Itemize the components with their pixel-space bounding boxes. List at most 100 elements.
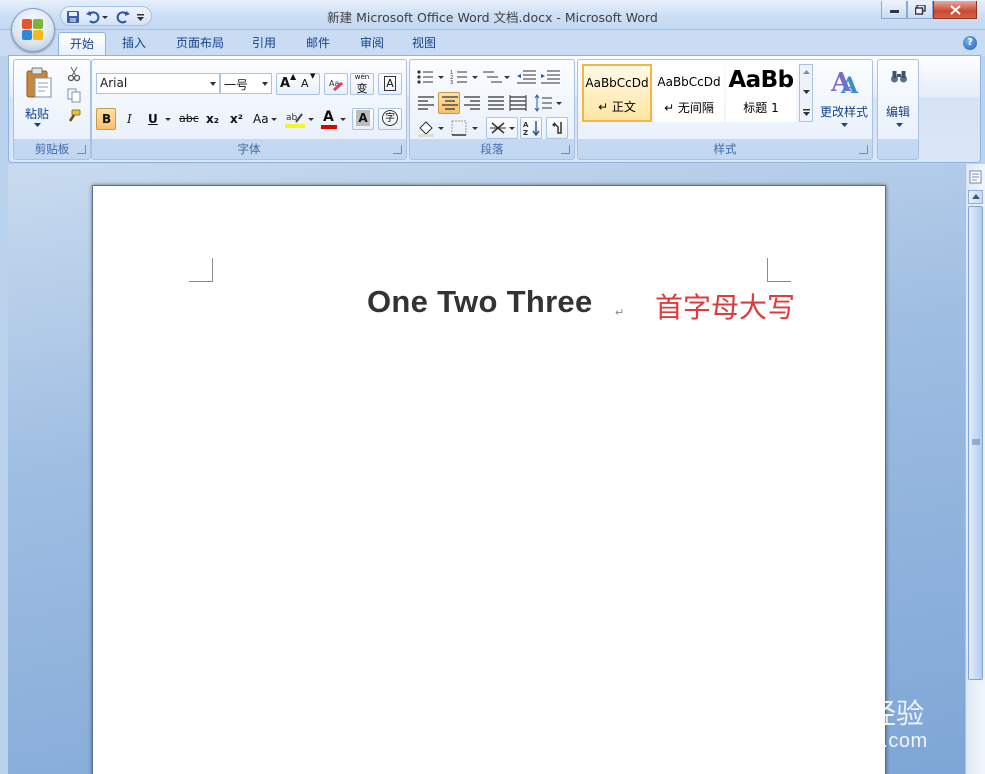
multilevel-list-icon[interactable] [482,68,512,86]
style-tile-heading-1[interactable]: AaBb 标题 1 [726,64,796,122]
font-color-icon: A [323,109,334,125]
superscript-icon: x² [230,112,243,126]
tab-references[interactable]: 引用 [242,32,286,56]
highlight-button[interactable]: ab [282,108,316,130]
minimize-button[interactable] [881,1,907,19]
ribbon: 粘贴 剪贴板 Arial 一号 A ▲ A ▼ Aa wén 变 A B I U… [8,55,981,163]
bullets-icon[interactable] [416,68,446,86]
close-button[interactable] [933,1,977,19]
font-size-value: 一号 [224,78,249,92]
justify-icon[interactable] [486,94,506,112]
editing-label: 编辑 [885,105,910,119]
font-name-select[interactable]: Arial [96,73,220,94]
gallery-more-icon[interactable] [803,109,810,117]
style-tile-no-spacing[interactable]: AaBbCcDd ↵ 无间隔 [654,64,724,122]
chevron-down-icon [841,123,848,127]
numbering-icon[interactable]: 123 [450,68,480,86]
annotation-text: 首字母大写 [655,291,796,324]
font-launcher-icon[interactable] [393,145,402,154]
increase-indent-icon[interactable] [540,68,562,86]
tab-page-layout[interactable]: 页面布局 [166,32,234,56]
bold-button[interactable]: B [96,108,116,130]
strikethrough-button[interactable]: abc [176,108,202,130]
restore-icon [915,5,926,15]
character-shading-icon: A [356,110,370,126]
change-styles-button[interactable]: AA 更改样式 [818,62,870,134]
watermark-logo: Bai du [756,688,861,729]
watermark-jingyan: 经验 [868,697,925,730]
chevron-up-icon[interactable] [803,70,810,75]
underline-button[interactable]: U [142,108,172,130]
chevron-down-icon[interactable] [803,90,810,95]
scroll-up-button[interactable] [968,190,983,204]
style-tile-normal[interactable]: AaBbCcDd ↵ 正文 [582,64,652,122]
svg-text:A: A [523,121,529,129]
chinese-layout-button[interactable] [486,117,518,139]
styles-group: AaBbCcDd ↵ 正文 AaBbCcDd ↵ 无间隔 AaBb 标题 1 A… [577,59,873,160]
clear-format-icon: Aa [329,79,343,92]
grow-shrink-font-group: A ▲ A ▼ [276,72,320,95]
tab-review[interactable]: 审阅 [350,32,394,56]
character-border-button[interactable]: A [378,73,402,95]
paste-button[interactable]: 粘贴 [18,62,56,134]
help-icon[interactable]: ? [963,36,977,50]
clear-format-button[interactable]: Aa [324,73,348,95]
style-name: ↵ 无间隔 [664,101,714,115]
document-area[interactable]: One Two Three ↵ 首字母大写 [8,164,965,774]
copy-icon[interactable] [66,87,82,103]
tab-mailings[interactable]: 邮件 [296,32,340,56]
align-right-icon[interactable] [462,94,482,112]
highlighter-icon: ab [285,113,305,128]
vertical-scrollbar[interactable] [965,164,985,774]
tab-insert[interactable]: 插入 [112,32,156,56]
format-painter-icon[interactable] [66,108,82,124]
paragraph-mark-icon [552,122,562,134]
style-sample: AaBbCcDd [585,76,649,90]
enclose-characters-button[interactable]: 字 [378,108,402,130]
enclose-characters-icon: 字 [382,110,398,126]
align-center-button[interactable] [438,92,460,114]
ruler-toggle-icon[interactable] [968,169,983,185]
shrink-font-icon: ▼ [310,72,316,80]
document-text[interactable]: One Two Three [367,284,593,320]
styles-launcher-icon[interactable] [859,145,868,154]
paragraph-launcher-icon[interactable] [561,145,570,154]
shrink-font-button[interactable]: A [301,77,309,90]
scroll-thumb[interactable] [968,206,983,680]
align-left-icon[interactable] [416,94,436,112]
clipboard-launcher-icon[interactable] [77,145,86,154]
decrease-indent-icon[interactable] [516,68,538,86]
restore-button[interactable] [907,1,933,19]
sort-icon: AZ [523,121,540,137]
ribbon-tabs: 开始 插入 页面布局 引用 邮件 审阅 视图 [0,30,985,56]
subscript-icon: x₂ [206,112,219,126]
phonetic-guide-button[interactable]: wén 变 [350,73,374,95]
grow-font-button[interactable]: A [280,76,290,91]
sort-button[interactable]: AZ [520,117,542,139]
gallery-scrollbar[interactable] [799,64,813,122]
show-marks-button[interactable] [546,117,568,139]
paragraph-group-label: 段落 [480,142,504,156]
distributed-icon[interactable] [508,94,528,112]
shading-icon[interactable] [416,118,448,138]
change-case-button[interactable]: Aa [250,108,278,130]
subscript-button[interactable]: x₂ [202,108,224,130]
borders-icon[interactable] [450,118,482,138]
change-styles-icon: AA [830,68,859,97]
font-size-select[interactable]: 一号 [220,73,272,94]
close-icon [950,5,961,15]
style-sample: AaBb [728,67,794,93]
tab-home[interactable]: 开始 [58,32,106,56]
superscript-button[interactable]: x² [226,108,248,130]
chinese-layout-icon [490,122,515,134]
font-color-button[interactable]: A [318,108,348,130]
character-shading-button[interactable]: A [352,108,374,130]
tab-view[interactable]: 视图 [402,32,446,56]
line-spacing-icon[interactable] [534,94,564,112]
style-name: ↵ 正文 [598,100,636,114]
italic-button[interactable]: I [120,108,140,130]
font-color-swatch [321,125,337,129]
office-button[interactable] [11,8,55,52]
editing-button[interactable]: 编辑 [880,62,916,134]
cut-icon[interactable] [66,66,82,82]
